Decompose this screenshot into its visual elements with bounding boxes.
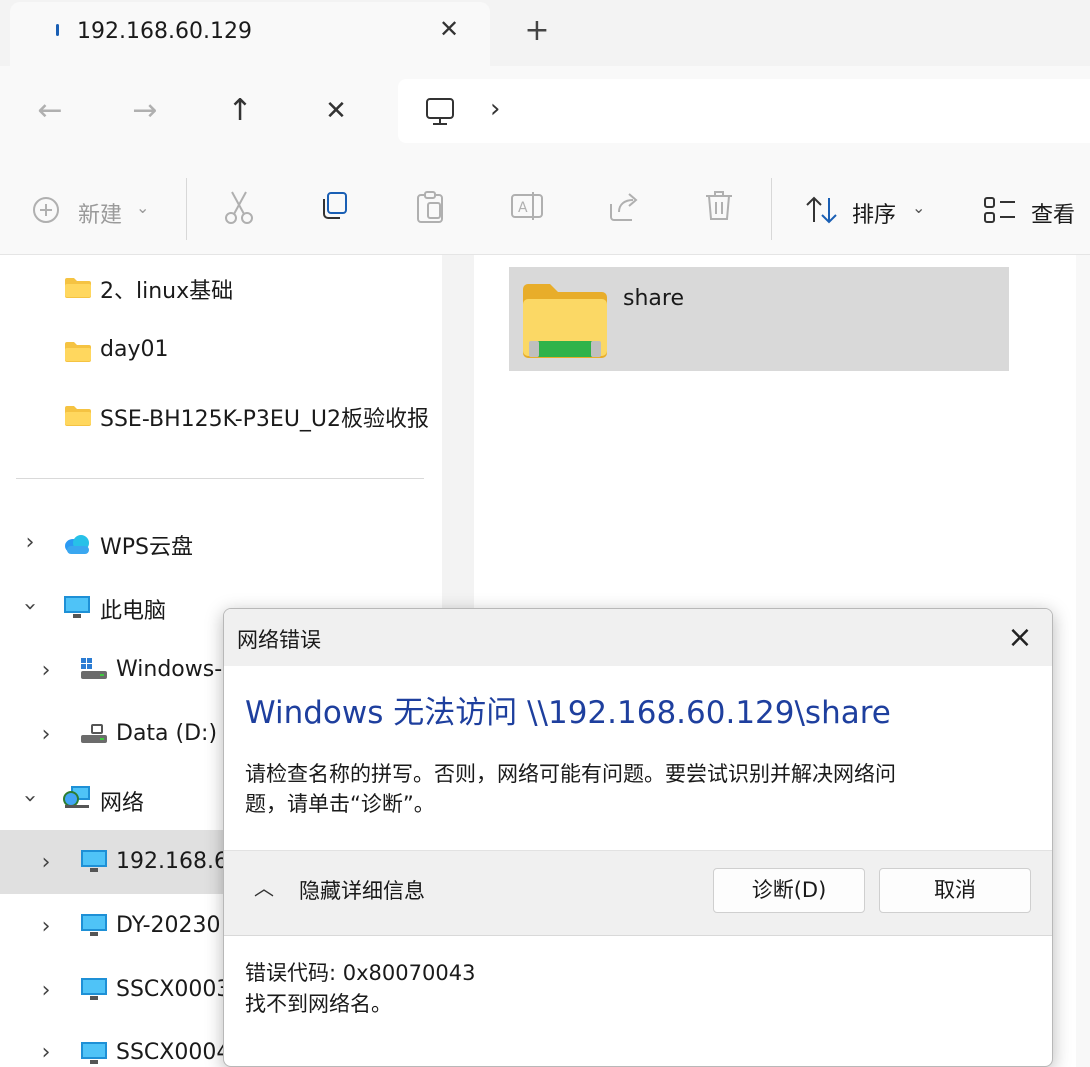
sidebar-item-network-computer[interactable]: SSCX0004 (116, 1040, 230, 1065)
error-code: 错误代码: 0x80070043 (245, 961, 476, 985)
sidebar-item-network-computer[interactable]: DY-20230 (116, 913, 221, 938)
network-globe-icon (63, 786, 90, 808)
shared-folder-icon (523, 284, 607, 358)
dialog-body-line: 题，请单击“诊断”。 (245, 792, 435, 816)
expand-chevron-icon[interactable]: › (18, 530, 42, 555)
sort-button[interactable]: 排序 (852, 197, 896, 229)
expand-chevron-icon[interactable]: › (34, 722, 58, 747)
network-computer-icon (81, 978, 107, 1000)
diagnose-button[interactable]: 诊断(D) (713, 868, 865, 913)
view-button[interactable]: 查看 (1031, 197, 1075, 229)
network-computer-icon (81, 850, 107, 872)
tab-close-icon[interactable]: ✕ (436, 14, 462, 44)
hide-details-toggle[interactable]: 隐藏详细信息 (299, 875, 425, 905)
paste-clipboard-icon[interactable] (414, 190, 446, 224)
dialog-heading: Windows 无法访问 \\192.168.60.129\share (245, 695, 891, 731)
dialog-body-line: 请检查名称的拼写。否则，网络可能有问题。要尝试识别并解决网络问 (245, 762, 896, 786)
command-toolbar (0, 160, 1090, 255)
dialog-title: 网络错误 (237, 628, 321, 652)
expand-chevron-icon[interactable]: › (34, 658, 58, 683)
delete-trash-icon[interactable] (704, 190, 734, 222)
share-folder-label: share (623, 286, 684, 311)
toolbar-separator (771, 178, 772, 240)
toolbar-separator (186, 178, 187, 240)
share-icon[interactable] (607, 190, 641, 222)
folder-icon (65, 342, 91, 362)
copy-icon[interactable] (319, 190, 351, 222)
rename-icon[interactable]: A (510, 190, 544, 222)
data-drive-icon (81, 724, 107, 743)
new-dropdown-chevron-icon[interactable]: ⌄ (136, 198, 149, 217)
dialog-body-text: 请检查名称的拼写。否则，网络可能有问题。要尝试识别并解决网络问 题，请单击“诊断… (245, 759, 1005, 819)
sort-arrows-icon[interactable] (805, 195, 839, 225)
view-list-icon[interactable] (983, 196, 1017, 224)
sidebar-item-network[interactable]: 网络 (100, 785, 144, 817)
breadcrumb-chevron-icon[interactable]: › (490, 94, 500, 124)
sidebar-item-folder[interactable]: SSE-BH125K-P3EU_U2板验收报 (100, 401, 440, 433)
sidebar-item-folder[interactable]: 2、linux基础 (100, 273, 233, 305)
collapse-chevron-icon[interactable]: › (18, 595, 43, 619)
windows-drive-icon (81, 658, 107, 679)
computer-monitor-icon (426, 98, 454, 125)
back-arrow-icon[interactable]: ← (30, 91, 70, 131)
chevron-up-icon[interactable]: ︿ (254, 872, 274, 901)
dialog-close-icon[interactable]: × (1002, 620, 1038, 656)
forward-arrow-icon[interactable]: → (125, 91, 165, 131)
content-scrollbar[interactable] (1076, 255, 1090, 1067)
network-error-dialog: 网络错误 × Windows 无法访问 \\192.168.60.129\sha… (223, 608, 1053, 1067)
sidebar-item-drive[interactable]: Data (D:) (116, 721, 217, 746)
this-pc-icon (64, 596, 90, 618)
add-new-icon (33, 197, 59, 223)
sidebar-item-network-computer[interactable]: SSCX0003 (116, 977, 230, 1002)
network-computer-icon (81, 914, 107, 936)
svg-text:A: A (518, 200, 528, 216)
expand-chevron-icon[interactable]: › (34, 914, 58, 939)
new-button[interactable]: 新建 (78, 197, 122, 229)
collapse-chevron-icon[interactable]: › (18, 787, 43, 811)
sidebar-divider (16, 478, 424, 479)
cancel-button[interactable]: 取消 (879, 868, 1031, 913)
folder-icon (65, 278, 91, 298)
address-bar[interactable] (398, 79, 1090, 143)
error-message: 找不到网络名。 (245, 992, 392, 1016)
stop-loading-icon[interactable]: ✕ (316, 91, 356, 131)
up-arrow-icon[interactable]: ↑ (220, 91, 260, 131)
sidebar-item-wps[interactable]: WPS云盘 (100, 529, 193, 561)
new-tab-icon[interactable]: + (522, 14, 552, 48)
sidebar-item-this-pc[interactable]: 此电脑 (100, 593, 166, 625)
dialog-titlebar (224, 609, 1052, 666)
sort-dropdown-chevron-icon[interactable]: ⌄ (912, 198, 925, 217)
cloud-icon (65, 535, 89, 554)
network-computer-icon (81, 1042, 107, 1064)
sidebar-item-folder[interactable]: day01 (100, 337, 168, 362)
expand-chevron-icon[interactable]: › (34, 1040, 58, 1065)
folder-icon (65, 406, 91, 426)
expand-chevron-icon[interactable]: › (34, 978, 58, 1003)
loading-spinner-icon (56, 24, 59, 36)
cut-scissors-icon[interactable] (223, 190, 255, 224)
expand-chevron-icon[interactable]: › (34, 850, 58, 875)
tab-title: 192.168.60.129 (77, 19, 252, 44)
